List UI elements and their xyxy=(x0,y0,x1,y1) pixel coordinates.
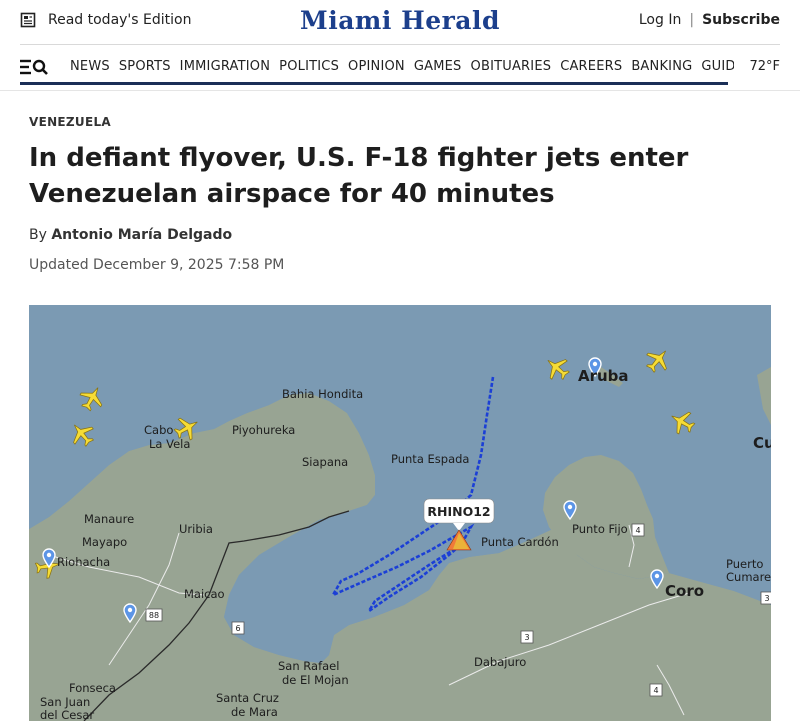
nav-item-immigration[interactable]: IMMIGRATION xyxy=(180,59,271,74)
nav-divider xyxy=(0,90,800,91)
svg-text:4: 4 xyxy=(653,686,658,695)
svg-text:6: 6 xyxy=(235,624,240,633)
place-label: Piyohureka xyxy=(232,423,295,437)
place-label: Mayapo xyxy=(82,535,127,549)
nav-item-games[interactable]: GAMES xyxy=(414,59,462,74)
place-label: Punta Espada xyxy=(391,452,469,466)
top-bar: Read today's Edition Miami Herald Log In… xyxy=(0,0,800,44)
place-label: Maicao xyxy=(184,587,225,601)
place-label: San Juan xyxy=(40,695,90,709)
weather-temperature[interactable]: 72°F xyxy=(749,59,780,74)
nav-item-news[interactable]: NEWS xyxy=(70,59,110,74)
place-label: Coro xyxy=(665,582,704,600)
place-label: Fonseca xyxy=(69,681,116,695)
nav-item-careers[interactable]: CAREERS xyxy=(560,59,622,74)
updated-timestamp: Updated December 9, 2025 7:58 PM xyxy=(29,257,285,273)
nav-item-guides[interactable]: GUIDES xyxy=(701,59,734,74)
place-label: Punto Fijo xyxy=(572,522,628,536)
road-shield: 4 xyxy=(631,523,645,537)
nav-links: NEWS SPORTS IMMIGRATION POLITICS OPINION GAME… xyxy=(70,59,734,74)
place-label: Riohacha xyxy=(57,555,110,569)
place-label: del Cesar xyxy=(40,708,94,721)
road-shield: 3 xyxy=(760,591,771,605)
road-shield: 4 xyxy=(649,683,663,697)
place-label: Aruba xyxy=(578,367,629,385)
place-label: Manaure xyxy=(84,512,134,526)
map-graphic: RHINO12 88 6 3 4 4 3 Bahia Hondita Cabo … xyxy=(29,305,771,721)
byline: By Antonio María Delgado xyxy=(29,227,232,243)
place-label: San Rafael xyxy=(278,659,339,673)
place-label: Puerto xyxy=(726,557,763,571)
place-label: Cabo xyxy=(144,423,173,437)
svg-text:4: 4 xyxy=(635,526,640,535)
svg-text:3: 3 xyxy=(764,594,769,603)
login-link[interactable]: Log In xyxy=(639,12,681,28)
nav-item-opinion[interactable]: OPINION xyxy=(348,59,405,74)
place-label: de El Mojan xyxy=(282,673,349,687)
nav-item-banking[interactable]: BANKING xyxy=(631,59,692,74)
subscribe-link[interactable]: Subscribe xyxy=(702,12,780,28)
section-label[interactable]: VENEZUELA xyxy=(29,115,111,129)
road-shield: 3 xyxy=(520,630,534,644)
place-label: Santa Cruz xyxy=(216,691,279,705)
place-label: Punta Cardón xyxy=(481,535,559,549)
account-separator: | xyxy=(689,12,695,28)
place-label: Dabajuro xyxy=(474,655,526,669)
headline-line-2: Venezuelan airspace for 40 minutes xyxy=(29,179,555,209)
nav-item-obituaries[interactable]: OBITUARIES xyxy=(471,59,552,74)
place-label: Uribia xyxy=(179,522,213,536)
place-label: Siapana xyxy=(302,455,348,469)
callsign-label: RHINO12 xyxy=(427,504,490,519)
road-shield: 88 xyxy=(145,608,163,622)
headline-line-1: In defiant flyover, U.S. F-18 fighter je… xyxy=(29,143,689,173)
svg-text:3: 3 xyxy=(524,633,529,642)
nav-item-politics[interactable]: POLITICS xyxy=(279,59,339,74)
place-label: de Mara xyxy=(231,705,278,719)
nav-underline xyxy=(20,82,728,85)
place-label: Cumarebo xyxy=(726,570,771,584)
svg-text:88: 88 xyxy=(149,611,159,620)
account-links: Log In | Subscribe xyxy=(639,12,780,28)
article-headline: In defiant flyover, U.S. F-18 fighter je… xyxy=(29,140,749,212)
place-label: La Vela xyxy=(149,437,190,451)
flight-track-map: RHINO12 88 6 3 4 4 3 Bahia Hondita Cabo … xyxy=(29,305,771,721)
place-label: Bahia Hondita xyxy=(282,387,363,401)
byline-prefix: By xyxy=(29,227,47,243)
place-label: Cu xyxy=(753,434,771,452)
road-shield: 6 xyxy=(231,621,245,635)
nav-item-sports[interactable]: SPORTS xyxy=(119,59,171,74)
author-link[interactable]: Antonio María Delgado xyxy=(51,227,232,243)
menu-search-icon[interactable] xyxy=(20,58,50,76)
